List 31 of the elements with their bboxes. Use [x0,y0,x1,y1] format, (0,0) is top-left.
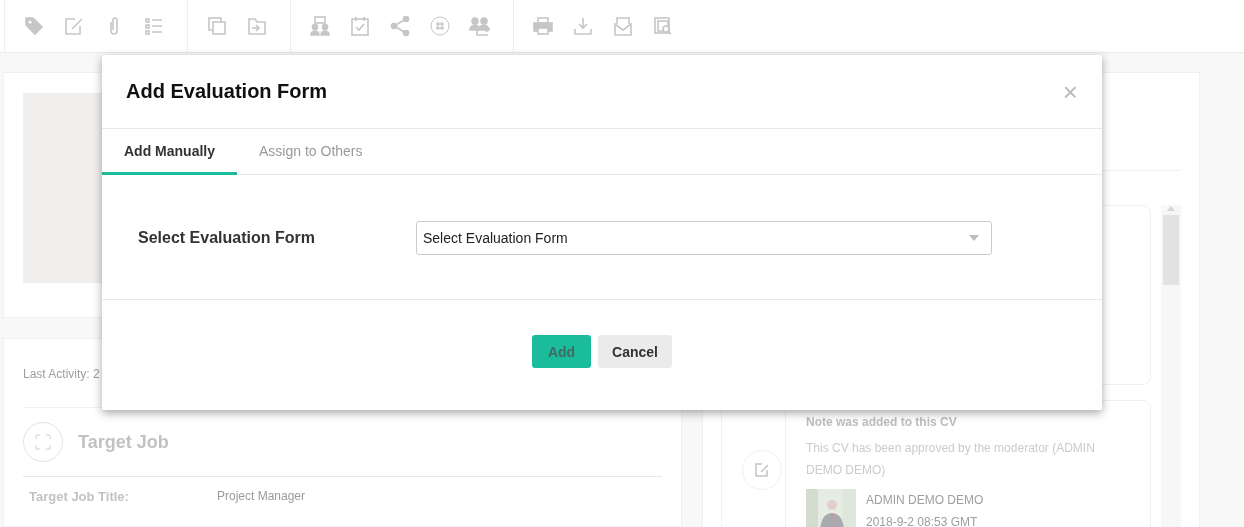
tab[interactable]: Add Manually [102,129,237,175]
calendar-check-icon[interactable] [349,15,371,37]
dialog-title: Add Evaluation Form [126,80,328,103]
note-date: 2018-9-2 08:53 GMT [866,514,979,527]
circle-dots-icon[interactable] [429,15,451,37]
expand-icon [34,433,52,451]
cancel-button[interactable]: Cancel [598,335,672,368]
people-chat-icon[interactable] [309,15,331,37]
edit-icon[interactable] [63,15,85,37]
field-label: Select Evaluation Form [137,229,316,247]
scroll-up-icon[interactable] [1167,205,1175,211]
list-icon[interactable] [143,15,165,37]
note-heading: Note was added to this CV [806,415,958,429]
tag-icon[interactable] [23,15,45,37]
last-activity-text: Last Activity: 2 [23,367,100,381]
share-icon[interactable] [389,15,411,37]
section-title: Target Job [78,431,169,453]
printer-icon[interactable] [532,15,554,37]
folder-import-icon[interactable] [246,15,268,37]
author-name: ADMIN DEMO DEMO [866,492,984,509]
download-icon[interactable] [572,15,594,37]
field-label: Target Job Title: [29,489,130,504]
field-value: Project Manager [217,489,306,504]
document-search-icon[interactable] [652,15,674,37]
people-transfer-icon[interactable] [469,15,491,37]
caret-icon [969,235,979,241]
copy-icon[interactable] [206,15,228,37]
edit-icon [754,462,770,478]
evaluation-form-dropdown[interactable]: Select Evaluation Form [416,221,992,255]
scrollbar[interactable] [1161,205,1181,527]
envelope-picture-icon[interactable] [612,15,634,37]
